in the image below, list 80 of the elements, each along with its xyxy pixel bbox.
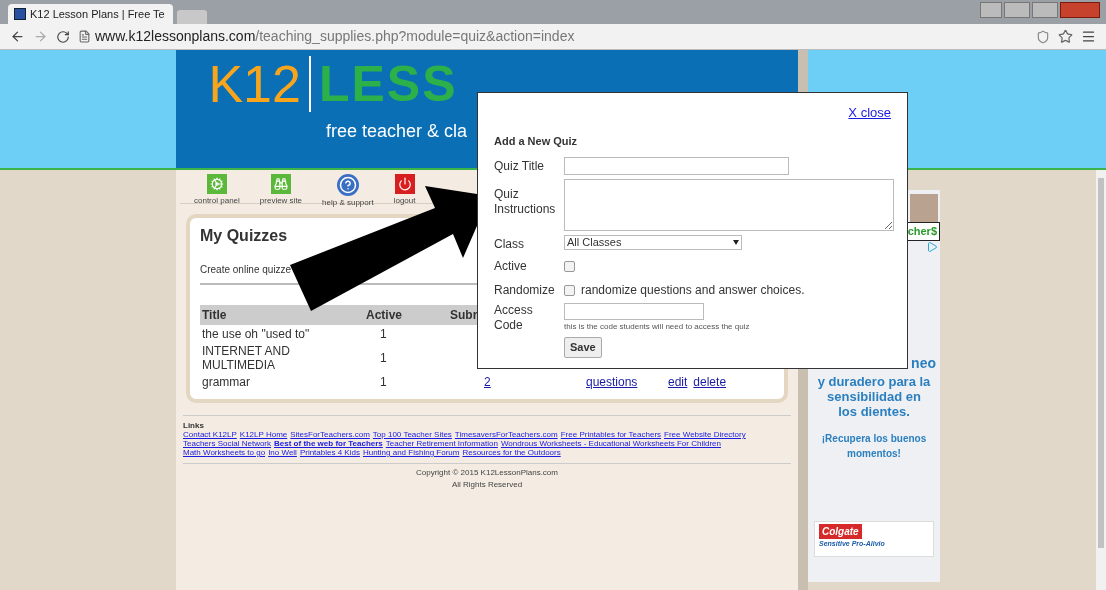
- table-cell-text: 1: [379, 326, 388, 343]
- shield-icon[interactable]: [1036, 29, 1050, 44]
- table-cell-text: 1: [379, 350, 388, 367]
- questions-link[interactable]: questions: [586, 373, 638, 391]
- text-area[interactable]: [564, 179, 894, 231]
- table-cell-text: grammar: [201, 374, 251, 391]
- scrollbar[interactable]: [1096, 170, 1106, 590]
- copyright-text: Copyright © 2015 K12LessonPlans.com: [416, 467, 558, 479]
- user-button[interactable]: [980, 2, 1002, 18]
- maximize-button[interactable]: [1032, 2, 1058, 18]
- close-button[interactable]: [1060, 2, 1100, 18]
- close-link[interactable]: X close: [848, 103, 891, 123]
- footer-link[interactable]: Math Worksheets to go: [183, 448, 266, 457]
- select-field[interactable]: All Classes: [564, 235, 742, 250]
- table-cell-text: the use oh "used to": [201, 326, 311, 343]
- footer-link[interactable]: Best of the web for Teachers: [274, 439, 383, 448]
- ad-text: neo: [911, 353, 936, 373]
- footer-link[interactable]: Free Website Directory: [664, 430, 746, 439]
- power-icon: [394, 174, 415, 194]
- footer-link[interactable]: K12LP Home: [239, 430, 288, 439]
- delete-link[interactable]: delete: [693, 373, 727, 391]
- toolbar-link[interactable]: logout: [389, 174, 420, 207]
- browser-tab[interactable]: K12 Lesson Plans | Free Te: [8, 4, 173, 24]
- links-heading: Links: [183, 421, 205, 430]
- edit-link[interactable]: edit: [668, 373, 688, 391]
- checkbox-label: randomize questions and answer choices.: [581, 282, 805, 299]
- logo-text: K12: [208, 58, 301, 110]
- table-cell-text: 1: [379, 374, 388, 391]
- ad-text: sensibilidad en: [827, 388, 921, 404]
- footer-link[interactable]: Wondrous Worksheets - Educational Worksheets For Children: [500, 439, 721, 448]
- footer-link[interactable]: Ino Well: [268, 448, 297, 457]
- column-header: Title: [200, 305, 364, 325]
- card-title: My Quizzes: [200, 226, 288, 246]
- input-field[interactable]: [564, 157, 789, 175]
- binoculars-icon: [270, 174, 291, 194]
- footer-link[interactable]: Free Printables for Teachers: [560, 430, 662, 439]
- tagline: free teacher & cla: [326, 120, 468, 143]
- toolbar-link[interactable]: preview site: [255, 174, 307, 207]
- footer-link[interactable]: Teacher Retirement Information: [385, 439, 498, 448]
- gears-icon: [206, 174, 227, 194]
- card-intro: Create online quizze: [200, 263, 292, 277]
- minimize-button[interactable]: [1004, 2, 1030, 18]
- field-label: Randomize: [494, 282, 556, 299]
- reload-icon[interactable]: [56, 29, 70, 44]
- footer-link[interactable]: Hunting and Fishing Forum: [362, 448, 460, 457]
- ad-text: y duradero para la: [817, 373, 931, 389]
- help-icon: [336, 174, 359, 196]
- ad-text: los dientes.: [838, 403, 910, 419]
- field-label: Active: [494, 258, 528, 275]
- field-label: Class: [494, 236, 525, 253]
- save-button[interactable]: Save: [564, 337, 602, 358]
- field-label: Quiz Instructions: [494, 187, 557, 217]
- grid-icon: [14, 8, 26, 20]
- back-icon[interactable]: [10, 29, 25, 44]
- dialog-title: Add a New Quiz: [494, 133, 579, 149]
- caret-icon: [733, 240, 739, 245]
- bookmark-star-icon[interactable]: [1058, 29, 1073, 44]
- ad-choices-icon[interactable]: [926, 240, 938, 253]
- address-bar[interactable]: www.k12lessonplans.com/teaching_supplies.php?module=quiz&action=index: [78, 26, 1028, 47]
- footer-link[interactable]: Printables 4 Kids: [299, 448, 360, 457]
- footer-link[interactable]: Top 100 Teacher Sites: [372, 430, 452, 439]
- checkbox[interactable]: [564, 284, 575, 296]
- footer-link[interactable]: Resources for the Outdoors: [462, 448, 561, 457]
- footer-link[interactable]: TimesaversForTeachers.com: [454, 430, 558, 439]
- field-label: Quiz Title: [494, 158, 545, 175]
- toolbar-link[interactable]: help & support: [318, 174, 378, 209]
- copyright-text: All Rights Reserved: [451, 479, 523, 491]
- input-field[interactable]: [564, 303, 704, 320]
- column-header: Active: [364, 305, 448, 325]
- photo-placeholder: [910, 194, 938, 222]
- toolbar-link[interactable]: control panel: [190, 174, 244, 207]
- logo-text: LESS: [318, 59, 458, 109]
- ad-slogan: ¡Recupera los buenos momentos!: [820, 431, 928, 461]
- forward-icon[interactable]: [33, 29, 48, 44]
- footer-link[interactable]: Teachers Social Network: [183, 439, 272, 448]
- menu-icon[interactable]: [1081, 29, 1096, 44]
- checkbox[interactable]: [564, 261, 575, 272]
- submissions-link[interactable]: 2: [484, 373, 491, 391]
- footer-link[interactable]: SitesForTeachers.com: [290, 430, 370, 439]
- footer-link[interactable]: Contact K12LP: [183, 430, 237, 439]
